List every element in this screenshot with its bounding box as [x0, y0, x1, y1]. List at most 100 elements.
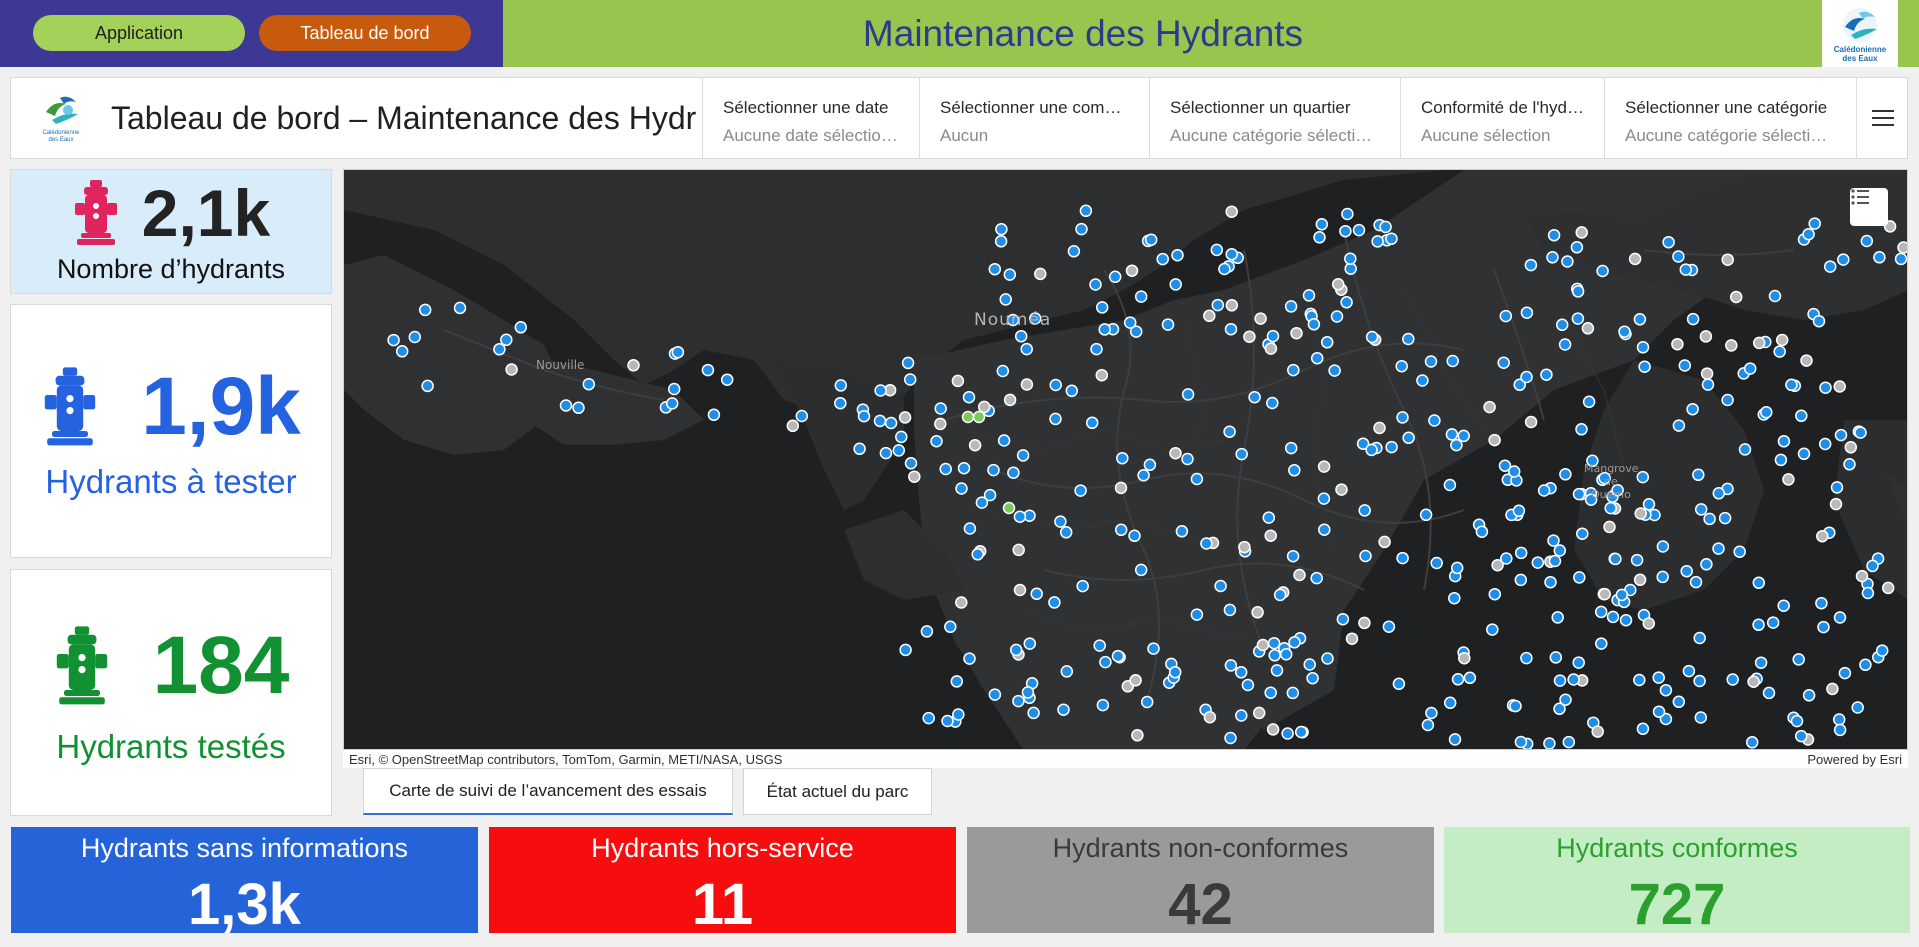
hydrant-marker[interactable]	[1567, 673, 1580, 686]
hydrant-marker[interactable]	[1662, 235, 1675, 249]
hydrant-marker[interactable]	[1553, 702, 1566, 716]
hydrant-marker[interactable]	[1819, 381, 1832, 394]
hydrant-marker[interactable]	[1378, 535, 1391, 549]
hydrant-marker[interactable]	[1855, 569, 1869, 583]
hydrant-marker[interactable]	[1618, 325, 1631, 338]
hydrant-marker[interactable]	[1392, 677, 1406, 691]
hydrant-marker[interactable]	[1894, 252, 1907, 266]
hydrant-marker[interactable]	[1345, 632, 1359, 645]
hydrant-marker[interactable]	[1561, 255, 1574, 268]
hydrant-marker[interactable]	[1340, 296, 1353, 309]
hydrant-marker[interactable]	[1694, 503, 1708, 516]
hydrant-marker[interactable]	[1514, 573, 1528, 587]
hydrant-marker[interactable]	[1169, 446, 1182, 460]
hydrant-marker[interactable]	[1833, 723, 1847, 737]
hydrant-marker[interactable]	[1175, 525, 1189, 538]
hydrant-marker[interactable]	[1446, 354, 1459, 368]
hydrant-marker[interactable]	[901, 356, 915, 370]
hydrant-marker[interactable]	[1096, 698, 1110, 712]
hydrant-marker[interactable]	[1752, 618, 1765, 632]
hydrant-marker[interactable]	[1306, 671, 1319, 685]
hydrant-marker[interactable]	[1524, 415, 1538, 429]
hydrant-marker[interactable]	[1264, 342, 1278, 355]
hydrant-marker[interactable]	[1395, 359, 1408, 373]
hydrant-marker[interactable]	[1279, 648, 1293, 661]
hydrant-marker[interactable]	[1559, 468, 1572, 481]
hydrant-marker[interactable]	[1336, 612, 1350, 626]
hydrant-marker[interactable]	[1570, 241, 1584, 254]
hydrant-marker[interactable]	[1210, 243, 1224, 257]
hydrant-marker[interactable]	[1833, 611, 1847, 624]
hydrant-marker[interactable]	[1509, 699, 1522, 713]
hydrant-marker[interactable]	[952, 708, 965, 721]
hydrant-marker[interactable]	[1817, 620, 1830, 634]
hydrant-marker[interactable]	[1679, 263, 1693, 276]
hydrant-marker[interactable]	[1729, 290, 1743, 304]
hydrant-marker[interactable]	[1633, 673, 1646, 687]
hydrant-marker[interactable]	[1768, 289, 1782, 303]
hydrant-marker[interactable]	[1358, 616, 1371, 630]
hydrant-marker[interactable]	[1512, 504, 1526, 518]
hydrant-marker[interactable]	[1075, 222, 1088, 236]
hydrant-marker[interactable]	[1499, 309, 1513, 323]
hydrant-marker[interactable]	[1818, 437, 1832, 451]
hydrant-marker[interactable]	[1671, 337, 1684, 351]
hydrant-marker[interactable]	[971, 548, 984, 561]
hydrant-marker[interactable]	[1214, 579, 1227, 593]
hydrant-marker[interactable]	[1264, 686, 1277, 699]
hydrant-marker[interactable]	[1114, 523, 1128, 537]
hydrant-marker[interactable]	[1302, 289, 1316, 302]
hydrant-marker[interactable]	[1692, 468, 1705, 482]
hydrant-marker[interactable]	[1520, 370, 1533, 384]
hydrant-marker[interactable]	[987, 463, 1000, 477]
hydrant-marker[interactable]	[1581, 322, 1595, 335]
hydrant-marker[interactable]	[1531, 556, 1545, 569]
hydrant-marker[interactable]	[1790, 714, 1804, 728]
hydrant-marker[interactable]	[899, 643, 912, 657]
hydrant-marker[interactable]	[939, 462, 952, 476]
hydrant-marker[interactable]	[1802, 689, 1816, 702]
hydrant-marker[interactable]	[1211, 298, 1225, 312]
hydrant-marker[interactable]	[1048, 596, 1061, 609]
hydrant-marker[interactable]	[1866, 559, 1879, 573]
hydrant-marker[interactable]	[1762, 686, 1776, 700]
hydrant-marker[interactable]	[904, 457, 918, 470]
hydrant-marker[interactable]	[1854, 426, 1867, 439]
hydrant-marker[interactable]	[1273, 588, 1287, 602]
hydrant-marker[interactable]	[1225, 205, 1238, 218]
dashboard-button[interactable]: Tableau de bord	[259, 15, 471, 51]
hydrant-marker[interactable]	[1604, 501, 1617, 515]
hydrant-marker[interactable]	[1335, 483, 1348, 496]
hydrant-marker[interactable]	[1093, 639, 1106, 652]
hydrant-marker[interactable]	[1416, 374, 1429, 387]
hydrant-marker[interactable]	[1290, 326, 1303, 340]
hydrant-marker[interactable]	[934, 417, 947, 431]
hydrant-marker[interactable]	[1497, 356, 1510, 369]
hydrant-marker[interactable]	[1317, 492, 1331, 505]
hydrant-marker[interactable]	[975, 496, 989, 509]
hydrant-marker[interactable]	[1266, 329, 1280, 343]
hydrant-marker[interactable]	[1023, 637, 1037, 650]
hydrant-marker[interactable]	[944, 620, 957, 634]
hydrant-marker[interactable]	[1837, 253, 1850, 266]
hydrant-marker[interactable]	[1802, 227, 1815, 241]
hydrant-marker[interactable]	[1310, 571, 1323, 585]
hydrant-marker[interactable]	[1268, 649, 1281, 662]
hydrant-marker[interactable]	[1098, 323, 1111, 336]
tab-etat-parc[interactable]: État actuel du parc	[743, 768, 932, 815]
hydrant-marker[interactable]	[1059, 526, 1073, 539]
hydrant-marker[interactable]	[1733, 545, 1746, 558]
hydrant-marker[interactable]	[1609, 552, 1622, 566]
hydrant-marker[interactable]	[934, 402, 947, 415]
hydrant-marker[interactable]	[1875, 644, 1889, 657]
hydrant-marker[interactable]	[1365, 330, 1379, 344]
hydrant-marker[interactable]	[1286, 686, 1300, 700]
application-button[interactable]: Application	[33, 15, 245, 51]
hydrant-marker[interactable]	[1712, 542, 1725, 555]
hydrant-marker[interactable]	[1171, 248, 1184, 262]
hydrant-marker[interactable]	[1009, 643, 1023, 657]
hydrant-marker[interactable]	[1108, 270, 1122, 284]
hydrant-marker[interactable]	[1114, 481, 1128, 495]
hydrant-marker[interactable]	[1829, 497, 1843, 511]
hydrant-marker[interactable]	[1344, 252, 1357, 265]
